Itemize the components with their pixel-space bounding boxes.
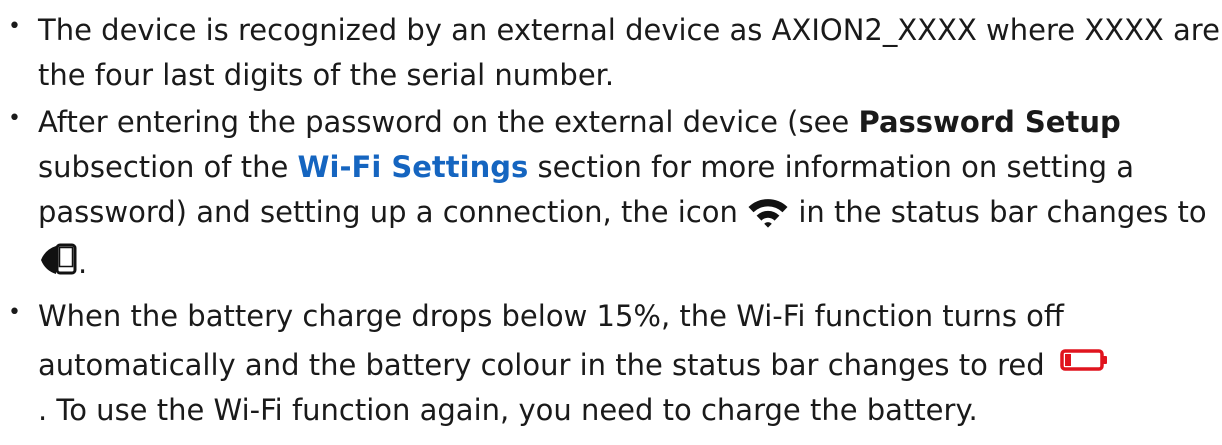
- bullet-text: . To use the Wi-Fi function again, you n…: [38, 393, 978, 427]
- bullet-text: .: [78, 246, 88, 280]
- list-item: • After entering the password on the ext…: [0, 100, 1222, 292]
- bullet-icon: •: [8, 14, 21, 39]
- list-item: • The device is recognized by an externa…: [0, 8, 1222, 98]
- wifi-settings-link[interactable]: Wi-Fi Settings: [298, 150, 529, 184]
- password-setup-reference: Password Setup: [858, 105, 1121, 139]
- bullet-text: in the status bar changes to: [789, 195, 1207, 229]
- bullet-icon: •: [8, 300, 21, 325]
- bullet-text: subsection of the: [38, 150, 298, 184]
- wifi-icon: [747, 196, 789, 241]
- bullet-icon: •: [8, 106, 21, 131]
- bullet-text: After entering the password on the exter…: [38, 105, 859, 139]
- bullet-text: When the battery charge drops below 15%,…: [38, 299, 1064, 382]
- list-item: • When the battery charge drops below 15…: [0, 294, 1222, 433]
- low-battery-icon: [1060, 339, 1108, 384]
- bullet-text: The device is recognized by an external …: [38, 13, 1220, 92]
- bullet-list: • The device is recognized by an externa…: [0, 8, 1222, 435]
- phone-connected-icon: [38, 243, 78, 292]
